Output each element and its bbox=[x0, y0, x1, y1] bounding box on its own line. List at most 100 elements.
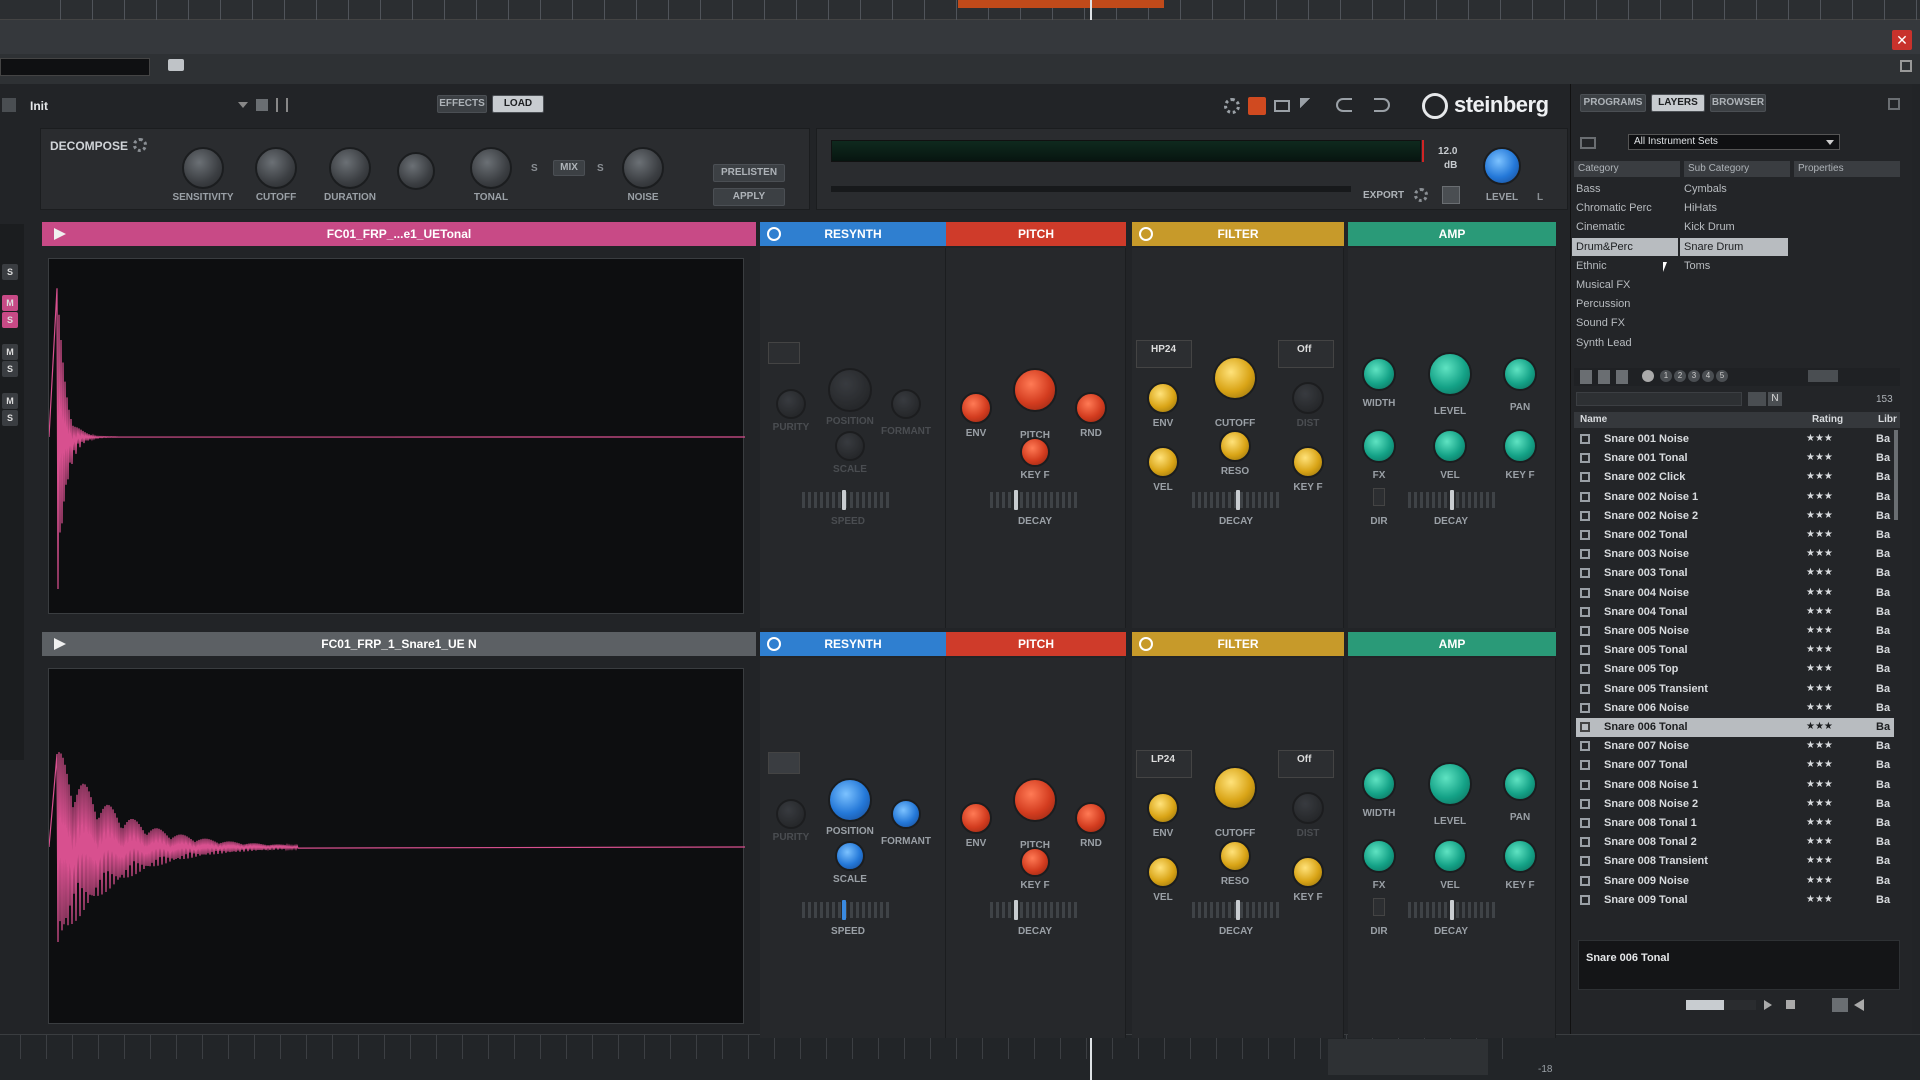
scale-knob[interactable] bbox=[835, 841, 865, 871]
level-knob[interactable] bbox=[1428, 762, 1472, 806]
category-item[interactable]: Ethnic bbox=[1572, 257, 1678, 275]
search-input[interactable] bbox=[1576, 392, 1742, 406]
prelisten-button[interactable]: PRELISTEN bbox=[713, 164, 785, 182]
noise-knob[interactable] bbox=[622, 147, 664, 189]
level-knob[interactable] bbox=[1428, 352, 1472, 396]
list-item[interactable]: Snare 008 Tonal 2 ★★★ Ba bbox=[1576, 833, 1894, 852]
back-arrow-icon[interactable] bbox=[1854, 999, 1864, 1011]
slider-handle[interactable] bbox=[1236, 490, 1240, 510]
list-item[interactable]: Snare 008 Transient ★★★ Ba bbox=[1576, 852, 1894, 871]
category-item[interactable]: Percussion bbox=[1572, 295, 1678, 313]
list-item[interactable]: Snare 002 Click ★★★ Ba bbox=[1576, 468, 1894, 487]
amp-keyf-knob[interactable] bbox=[1503, 429, 1537, 463]
slider-handle[interactable] bbox=[1450, 490, 1454, 510]
position-knob[interactable] bbox=[828, 368, 872, 412]
pitch-decay-slider[interactable] bbox=[990, 490, 1080, 510]
host-preset-field[interactable] bbox=[0, 58, 150, 76]
effects-button[interactable]: EFFECTS bbox=[437, 95, 487, 113]
list-item[interactable]: Snare 002 Noise 1 ★★★ Ba bbox=[1576, 488, 1894, 507]
list-item[interactable]: Snare 008 Tonal 1 ★★★ Ba bbox=[1576, 814, 1894, 833]
subcategory-item[interactable]: HiHats bbox=[1680, 199, 1788, 217]
view-toggle-icon[interactable] bbox=[1808, 370, 1838, 382]
list-item[interactable]: Snare 006 Tonal ★★★ Ba bbox=[1576, 718, 1894, 737]
list-scrollbar[interactable] bbox=[1894, 430, 1898, 520]
track-mute-button[interactable]: M bbox=[2, 295, 18, 311]
dist-knob[interactable] bbox=[1292, 382, 1324, 414]
width-knob[interactable] bbox=[1362, 767, 1396, 801]
list-header-library[interactable]: Libr bbox=[1878, 414, 1897, 425]
filter-power-icon[interactable] bbox=[1139, 227, 1153, 241]
lightning-icon[interactable] bbox=[1300, 98, 1310, 114]
pitch-keyf-knob[interactable] bbox=[1020, 437, 1050, 467]
rating-filter-4[interactable]: 4 bbox=[1702, 370, 1714, 382]
list-item[interactable]: Snare 003 Noise ★★★ Ba bbox=[1576, 545, 1894, 564]
amp-header[interactable]: AMP bbox=[1348, 222, 1556, 246]
stop-button-icon[interactable] bbox=[1786, 1000, 1795, 1009]
play-button-icon[interactable] bbox=[1764, 1000, 1772, 1010]
record-icon[interactable] bbox=[1248, 97, 1266, 115]
list-item[interactable]: Snare 008 Noise 1 ★★★ Ba bbox=[1576, 776, 1894, 795]
category-item[interactable]: Musical FX bbox=[1572, 276, 1678, 294]
rating-filter-1[interactable]: 1 bbox=[1660, 370, 1672, 382]
rating-filter-2[interactable]: 2 bbox=[1674, 370, 1686, 382]
sine-mode-icon[interactable] bbox=[768, 342, 800, 364]
filter-vel-knob[interactable] bbox=[1147, 446, 1179, 478]
rating-filter-5[interactable]: 5 bbox=[1716, 370, 1728, 382]
output-level-knob[interactable] bbox=[1483, 147, 1521, 185]
list-item[interactable]: Snare 004 Noise ★★★ Ba bbox=[1576, 584, 1894, 603]
track-mute-button[interactable]: M bbox=[2, 393, 18, 409]
list-item[interactable]: Snare 004 Tonal ★★★ Ba bbox=[1576, 603, 1894, 622]
amp-vel-knob[interactable] bbox=[1433, 839, 1467, 873]
export-settings-icon[interactable] bbox=[1414, 188, 1428, 202]
list-item[interactable]: Snare 009 Tonal ★★★ Ba bbox=[1576, 891, 1894, 906]
track-solo-button[interactable]: S bbox=[2, 264, 18, 280]
cutoff-knob[interactable] bbox=[255, 147, 297, 189]
pitch-env-knob[interactable] bbox=[960, 392, 992, 424]
load-button[interactable]: LOAD bbox=[492, 95, 544, 113]
waveform-display[interactable] bbox=[48, 258, 746, 614]
amp-vel-knob[interactable] bbox=[1433, 429, 1467, 463]
pitch-decay-slider[interactable] bbox=[990, 900, 1080, 920]
filter-power-icon[interactable] bbox=[1139, 637, 1153, 651]
waveform-display[interactable] bbox=[48, 668, 746, 1024]
amp-decay-slider[interactable] bbox=[1408, 490, 1498, 510]
undo-icon[interactable] bbox=[1336, 98, 1352, 112]
results-list[interactable]: Snare 001 Noise ★★★ Ba Snare 001 Tonal ★★★ Ba… bbox=[1576, 430, 1894, 906]
amp-keyf-knob[interactable] bbox=[1503, 839, 1537, 873]
slider-handle[interactable] bbox=[1014, 900, 1018, 920]
column-subcategory[interactable]: Sub Category bbox=[1684, 161, 1790, 177]
rating-filter-icon[interactable] bbox=[1642, 370, 1654, 382]
category-item[interactable]: Drum&Perc bbox=[1572, 237, 1678, 256]
sort-icon[interactable] bbox=[276, 98, 288, 112]
pitch-rnd-knob[interactable] bbox=[1075, 392, 1107, 424]
info-icon[interactable] bbox=[1832, 998, 1848, 1012]
scale-knob[interactable] bbox=[835, 431, 865, 461]
pitch-keyf-knob[interactable] bbox=[1020, 847, 1050, 877]
timeline-region[interactable] bbox=[958, 0, 1164, 8]
filter-vel-knob[interactable] bbox=[1147, 856, 1179, 888]
list-item[interactable]: Snare 005 Transient ★★★ Ba bbox=[1576, 680, 1894, 699]
category-item[interactable]: Chromatic Perc bbox=[1572, 199, 1678, 217]
speed-slider[interactable] bbox=[802, 900, 892, 920]
solo-left-label[interactable]: S bbox=[531, 163, 538, 174]
filter-header[interactable]: FILTER bbox=[1132, 222, 1344, 246]
cutoff-knob[interactable] bbox=[1213, 766, 1257, 810]
subcategory-item[interactable]: Snare Drum bbox=[1680, 237, 1788, 256]
slider-handle[interactable] bbox=[842, 490, 846, 510]
preset-dropdown-icon[interactable] bbox=[238, 102, 248, 108]
resynth-header[interactable]: RESYNTH bbox=[760, 222, 946, 246]
duration-knob[interactable] bbox=[329, 147, 371, 189]
cutoff-knob[interactable] bbox=[1213, 356, 1257, 400]
category-item[interactable]: Cinematic bbox=[1572, 218, 1678, 236]
browser-expand-icon[interactable] bbox=[1888, 98, 1900, 110]
decompose-gear-icon[interactable] bbox=[133, 138, 147, 152]
list-item[interactable]: Snare 009 Noise ★★★ Ba bbox=[1576, 872, 1894, 891]
apply-button[interactable]: APPLY bbox=[713, 188, 785, 206]
amp-header[interactable]: AMP bbox=[1348, 632, 1556, 656]
list-header-name[interactable]: Name bbox=[1580, 414, 1607, 425]
tab-programs[interactable]: PROGRAMS bbox=[1580, 94, 1646, 112]
width-knob[interactable] bbox=[1362, 357, 1396, 391]
formant-knob[interactable] bbox=[891, 389, 921, 419]
reso-knob[interactable] bbox=[1219, 840, 1251, 872]
speed-slider[interactable] bbox=[802, 490, 892, 510]
